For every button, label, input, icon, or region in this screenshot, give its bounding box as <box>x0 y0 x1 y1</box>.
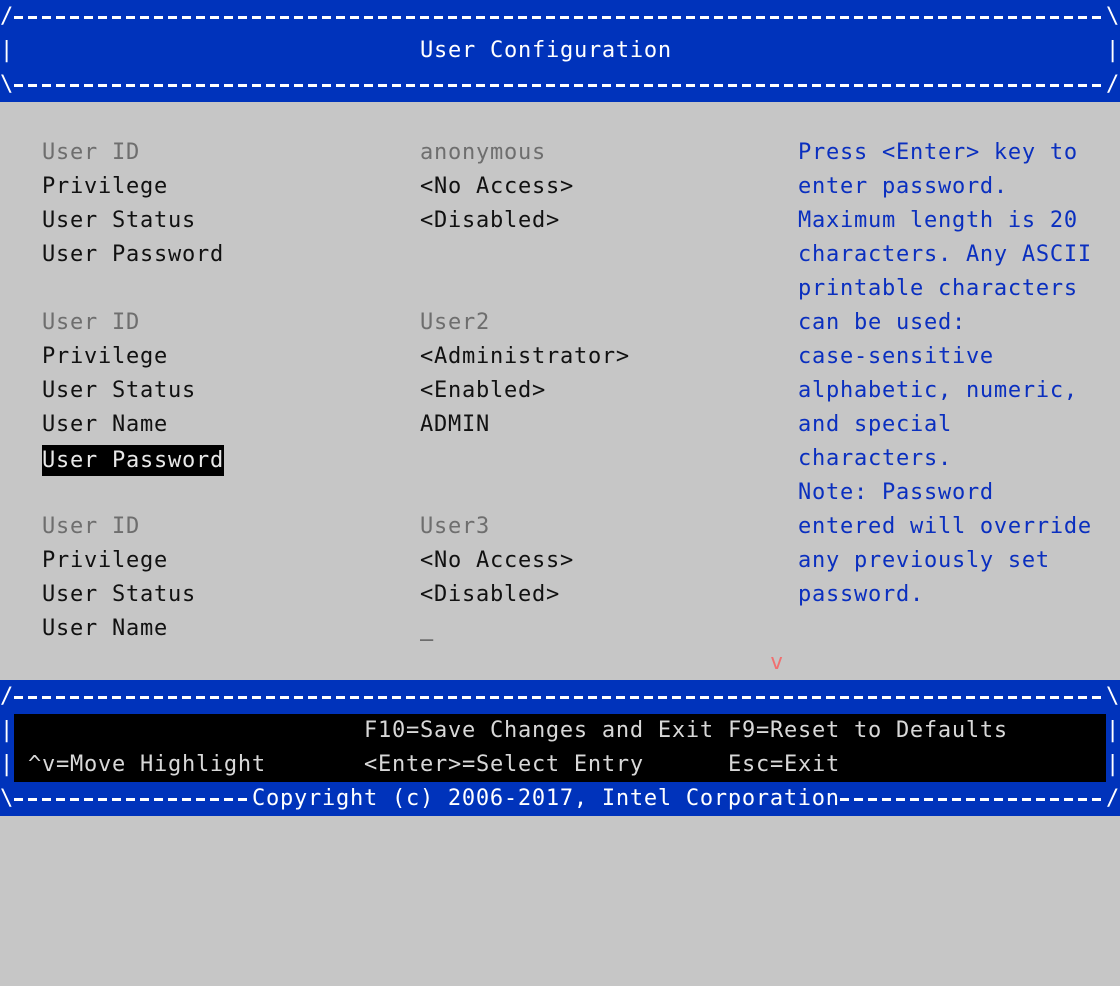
footer-corner-br: / <box>1106 786 1120 811</box>
header-corner-tl: / <box>0 4 14 29</box>
move-highlight-hint: ^v=Move Highlight <box>28 752 266 777</box>
footer-keys-row-1: | F10=Save Changes and Exit F9=Reset to … <box>0 714 1120 748</box>
user2-privilege-label[interactable]: Privilege <box>42 340 168 374</box>
user1-id-value: anonymous <box>420 140 546 165</box>
help-line: and special <box>798 412 952 437</box>
footer-corner-tr: \ <box>1106 684 1120 709</box>
user2-status-label[interactable]: User Status <box>42 374 196 408</box>
help-panel: Press <Enter> key to enter password. Maxim… <box>798 136 1120 612</box>
user1-password-label[interactable]: User Password <box>42 238 224 272</box>
scroll-down-indicator-icon: v <box>770 650 784 675</box>
user2-status-select[interactable]: <Enabled> <box>420 374 546 408</box>
footer-bottom-dashes-right <box>840 798 1106 801</box>
copyright-text: Copyright (c) 2006-2017, Intel Corporati… <box>252 786 840 811</box>
header-top-border: / \ <box>0 0 1120 34</box>
user2-name-field[interactable]: ADMIN <box>420 408 490 442</box>
page-title: User Configuration <box>420 38 672 63</box>
help-line: characters. <box>798 446 952 471</box>
footer-top-border: / \ <box>0 680 1120 714</box>
user1-privilege-select[interactable]: <No Access> <box>420 170 574 204</box>
help-line: password. <box>798 582 924 607</box>
user2-id-label: User ID <box>42 310 140 335</box>
footer-side-left-2: | <box>0 752 14 777</box>
f9-reset-defaults-hint: F9=Reset to Defaults <box>728 718 1008 743</box>
help-line: any previously set <box>798 548 1050 573</box>
header-title-row: | User Configuration | <box>0 34 1120 68</box>
user2-name-label[interactable]: User Name <box>42 408 168 442</box>
footer-side-right-2: | <box>1106 752 1120 777</box>
footer-top-dashes <box>14 696 1106 699</box>
header-bottom-border: \ / <box>0 68 1120 102</box>
header-side-left: | <box>0 38 14 63</box>
user1-privilege-label[interactable]: Privilege <box>42 170 168 204</box>
help-line: can be used: <box>798 310 966 335</box>
help-line: printable characters <box>798 276 1078 301</box>
header-corner-tr: \ <box>1106 4 1120 29</box>
user2-privilege-select[interactable]: <Administrator> <box>420 340 630 374</box>
header-top-dashes <box>14 16 1106 19</box>
user3-name-row[interactable]: User Name _ <box>0 612 1120 646</box>
user3-name-label[interactable]: User Name <box>42 612 168 646</box>
help-line: Maximum length is 20 <box>798 208 1078 233</box>
help-line: enter password. <box>798 174 1008 199</box>
user3-name-field[interactable]: _ <box>420 612 434 646</box>
help-line: characters. Any ASCII <box>798 242 1092 267</box>
footer-corner-tl: / <box>0 684 14 709</box>
help-line: Note: Password <box>798 480 994 505</box>
header-corner-bl: \ <box>0 72 14 97</box>
help-line: entered will override <box>798 514 1092 539</box>
user3-id-label: User ID <box>42 514 140 539</box>
footer-bottom-dashes-left <box>14 798 252 801</box>
header-corner-br: / <box>1106 72 1120 97</box>
user3-id-value: User3 <box>420 514 490 539</box>
user3-status-select[interactable]: <Disabled> <box>420 578 560 612</box>
f10-save-exit-hint: F10=Save Changes and Exit <box>364 718 714 743</box>
user2-id-value: User2 <box>420 310 490 335</box>
user2-password-label-selected[interactable]: User Password <box>42 445 224 476</box>
footer-corner-bl: \ <box>0 786 14 811</box>
user1-status-select[interactable]: <Disabled> <box>420 204 560 238</box>
user3-privilege-label[interactable]: Privilege <box>42 544 168 578</box>
header-bottom-dashes <box>14 84 1106 87</box>
user1-id-label: User ID <box>42 140 140 165</box>
user3-status-label[interactable]: User Status <box>42 578 196 612</box>
help-line: alphabetic, numeric, <box>798 378 1078 403</box>
help-line: Press <Enter> key to <box>798 140 1078 165</box>
user1-status-label[interactable]: User Status <box>42 204 196 238</box>
help-line: case-sensitive <box>798 344 994 369</box>
footer-keys-row-2: | ^v=Move Highlight <Enter>=Select Entry… <box>0 748 1120 782</box>
esc-exit-hint: Esc=Exit <box>728 752 840 777</box>
footer-side-left-1: | <box>0 718 14 743</box>
enter-select-hint: <Enter>=Select Entry <box>364 752 644 777</box>
user3-privilege-select[interactable]: <No Access> <box>420 544 574 578</box>
footer-bottom-border: \ Copyright (c) 2006-2017, Intel Corpora… <box>0 782 1120 816</box>
footer-side-right-1: | <box>1106 718 1120 743</box>
scroll-indicator-row: v <box>0 646 1120 680</box>
header-side-right: | <box>1106 38 1120 63</box>
